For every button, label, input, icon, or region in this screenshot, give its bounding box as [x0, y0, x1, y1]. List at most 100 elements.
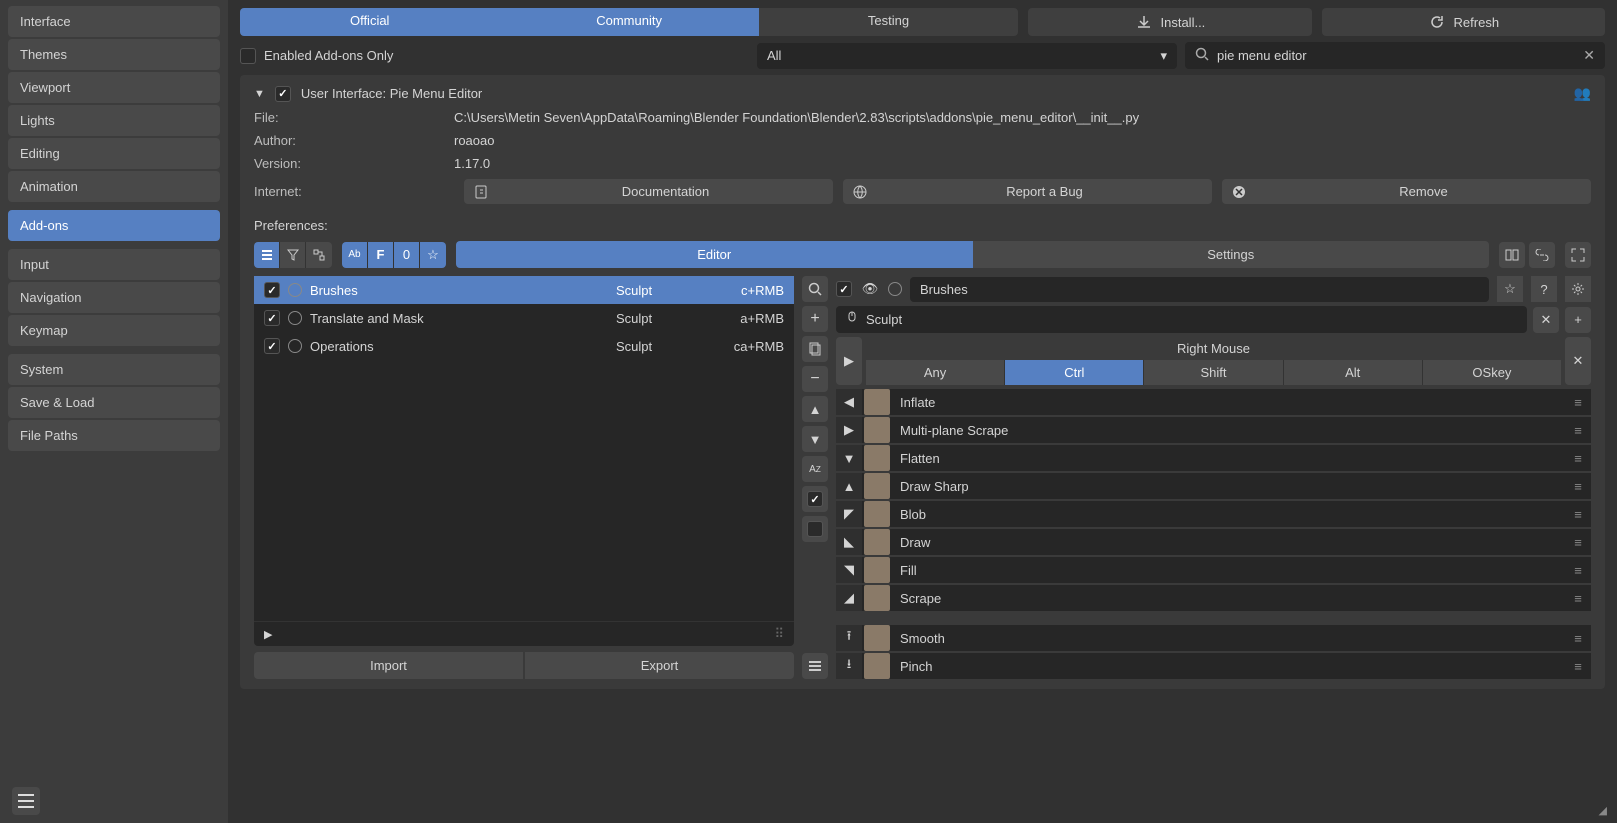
fullscreen-icon[interactable] — [1565, 242, 1591, 268]
expand-key-row[interactable]: ▶ — [836, 337, 862, 385]
sidebar-item-save-load[interactable]: Save & Load — [8, 387, 220, 418]
addon-enable-checkbox[interactable] — [275, 86, 291, 102]
install-button[interactable]: Install... — [1028, 8, 1311, 36]
brush-list-extra: ⭱ Smooth ≡⭳ Pinch ≡ — [836, 625, 1591, 679]
sidebar-item-lights[interactable]: Lights — [8, 105, 220, 136]
collapse-toggle[interactable]: ▼ — [254, 88, 265, 100]
sidebar-item-editing[interactable]: Editing — [8, 138, 220, 169]
check-all-button[interactable] — [802, 486, 828, 512]
modifier-tab-shift[interactable]: Shift — [1144, 360, 1283, 385]
brush-row[interactable]: ▲ Draw Sharp ≡ — [836, 473, 1591, 499]
export-button[interactable]: Export — [525, 652, 794, 679]
sidebar-item-viewport[interactable]: Viewport — [8, 72, 220, 103]
sidebar-item-input[interactable]: Input — [8, 249, 220, 280]
addon-search-input[interactable] — [1217, 48, 1575, 63]
hamburger-menu-button[interactable] — [12, 787, 40, 815]
brush-row[interactable]: ⭱ Smooth ≡ — [836, 625, 1591, 651]
star-icon[interactable]: ☆ — [420, 242, 446, 268]
sidebar-item-navigation[interactable]: Navigation — [8, 282, 220, 313]
add-button[interactable]: + — [802, 306, 828, 332]
close-key-button[interactable]: ✕ — [1565, 337, 1591, 385]
enabled-only-checkbox[interactable] — [240, 48, 256, 64]
drag-handle-icon[interactable]: ≡ — [1565, 557, 1591, 583]
drag-handle-icon[interactable]: ≡ — [1565, 389, 1591, 415]
brush-row[interactable]: ◥ Fill ≡ — [836, 557, 1591, 583]
drag-handle-icon[interactable]: ≡ — [1565, 585, 1591, 611]
drag-handle-icon[interactable]: ≡ — [1565, 417, 1591, 443]
resize-handle[interactable]: ◢ — [1599, 804, 1607, 817]
sidebar-item-file-paths[interactable]: File Paths — [8, 420, 220, 451]
source-tab-community[interactable]: Community — [499, 8, 758, 36]
settings-button[interactable] — [1565, 276, 1591, 302]
detail-enable-checkbox[interactable] — [836, 281, 852, 297]
list-expand[interactable]: ▶ — [264, 628, 272, 641]
sidebar-item-interface[interactable]: Interface — [8, 6, 220, 37]
close-mode-button[interactable]: ✕ — [1533, 307, 1559, 333]
drag-handle-icon[interactable]: ≡ — [1565, 473, 1591, 499]
sidebar-item-themes[interactable]: Themes — [8, 39, 220, 70]
pref-tab-editor[interactable]: Editor — [456, 241, 973, 268]
sort-button[interactable]: AZ — [802, 456, 828, 482]
favorite-button[interactable]: ☆ — [1497, 276, 1523, 302]
drag-handle-icon[interactable]: ≡ — [1565, 501, 1591, 527]
remove-button[interactable]: Remove — [1222, 179, 1591, 204]
category-dropdown[interactable]: All ▾ — [757, 43, 1177, 69]
sidebar-item-animation[interactable]: Animation — [8, 171, 220, 202]
brush-row[interactable]: ▶ Multi-plane Scrape ≡ — [836, 417, 1591, 443]
report-bug-button[interactable]: Report a Bug — [843, 179, 1212, 204]
brush-row[interactable]: ◀ Inflate ≡ — [836, 389, 1591, 415]
sidebar-item-add-ons[interactable]: Add-ons — [8, 210, 220, 241]
brush-row[interactable]: ◣ Draw ≡ — [836, 529, 1591, 555]
more-button[interactable] — [802, 653, 828, 679]
window-icon[interactable] — [1499, 242, 1525, 268]
uncheck-all-button[interactable] — [802, 516, 828, 542]
help-button[interactable]: ? — [1531, 276, 1557, 302]
move-down-button[interactable]: ▼ — [802, 426, 828, 452]
menu-checkbox[interactable] — [264, 310, 280, 326]
drag-handle-icon[interactable]: ≡ — [1565, 529, 1591, 555]
refresh-button[interactable]: Refresh — [1322, 8, 1605, 36]
menu-checkbox[interactable] — [264, 282, 280, 298]
eye-icon[interactable]: 👁 — [860, 281, 880, 297]
menu-row[interactable]: Operations Sculpt ca+RMB — [254, 332, 794, 360]
modifier-tab-any[interactable]: Any — [866, 360, 1005, 385]
copy-button[interactable] — [802, 336, 828, 362]
drag-handle-icon[interactable]: ≡ — [1565, 653, 1591, 679]
menu-name-input[interactable]: Brushes — [910, 277, 1489, 302]
remove-list-button[interactable]: − — [802, 366, 828, 392]
tree-icon[interactable] — [306, 242, 332, 268]
menu-row[interactable]: Brushes Sculpt c+RMB — [254, 276, 794, 304]
source-tab-testing[interactable]: Testing — [759, 8, 1018, 36]
drag-handle-icon[interactable]: ⠿ — [774, 626, 784, 642]
modifier-tab-oskey[interactable]: OSkey — [1423, 360, 1561, 385]
brush-row[interactable]: ⭳ Pinch ≡ — [836, 653, 1591, 679]
documentation-button[interactable]: Documentation — [464, 179, 833, 204]
brush-row[interactable]: ▼ Flatten ≡ — [836, 445, 1591, 471]
text-f-icon[interactable]: F — [368, 242, 394, 268]
move-up-button[interactable]: ▲ — [802, 396, 828, 422]
source-tab-official[interactable]: Official — [240, 8, 499, 36]
link-icon[interactable] — [1529, 242, 1555, 268]
list-icon[interactable] — [254, 242, 280, 268]
menu-row[interactable]: Translate and Mask Sculpt a+RMB — [254, 304, 794, 332]
add-mode-button[interactable]: + — [1565, 307, 1591, 333]
install-label: Install... — [1161, 15, 1206, 30]
pref-tab-settings[interactable]: Settings — [973, 241, 1490, 268]
text-ab-icon[interactable]: Ab — [342, 242, 368, 268]
mode-field[interactable]: Sculpt — [836, 306, 1527, 333]
drag-handle-icon[interactable]: ≡ — [1565, 445, 1591, 471]
sidebar-item-keymap[interactable]: Keymap — [8, 315, 220, 346]
text-0-icon[interactable]: 0 — [394, 242, 420, 268]
modifier-tab-ctrl[interactable]: Ctrl — [1005, 360, 1144, 385]
brush-row[interactable]: ◢ Scrape ≡ — [836, 585, 1591, 611]
detail-circle-icon[interactable] — [888, 282, 902, 296]
modifier-tab-alt[interactable]: Alt — [1284, 360, 1423, 385]
menu-checkbox[interactable] — [264, 338, 280, 354]
brush-row[interactable]: ◤ Blob ≡ — [836, 501, 1591, 527]
clear-search-button[interactable]: ✕ — [1583, 47, 1595, 64]
drag-handle-icon[interactable]: ≡ — [1565, 625, 1591, 651]
sidebar-item-system[interactable]: System — [8, 354, 220, 385]
filter-icon[interactable] — [280, 242, 306, 268]
search-list-button[interactable] — [802, 276, 828, 302]
import-button[interactable]: Import — [254, 652, 523, 679]
